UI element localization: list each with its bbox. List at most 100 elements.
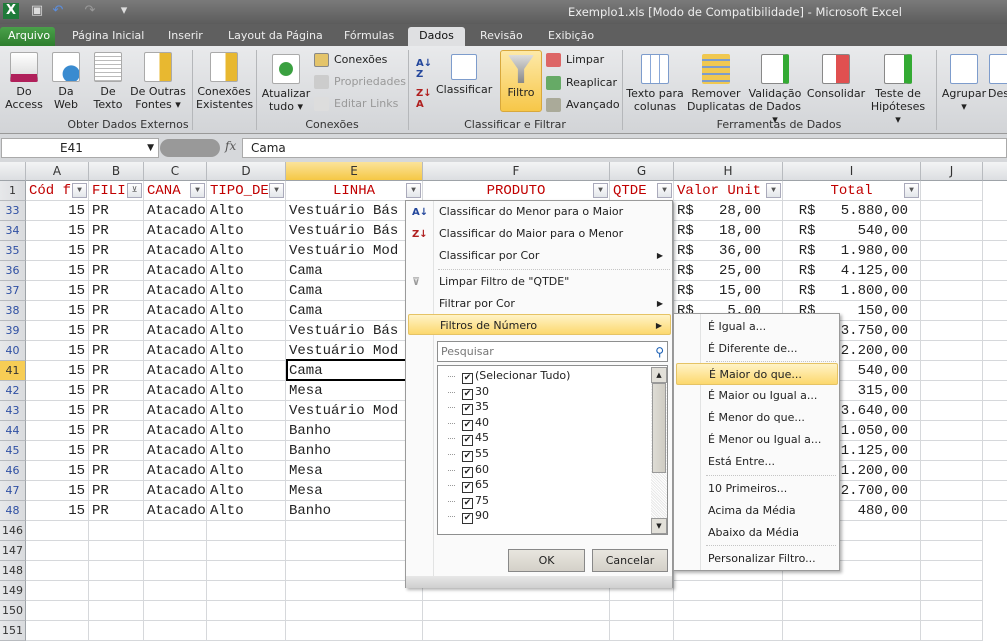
cell[interactable]: [674, 621, 783, 641]
value-checkbox[interactable]: ✔ 90: [448, 508, 489, 525]
cell[interactable]: Mesa: [286, 381, 423, 401]
cell[interactable]: 15: [26, 221, 89, 241]
row-header[interactable]: 1: [0, 181, 26, 201]
cell[interactable]: [921, 181, 983, 201]
cell[interactable]: [207, 521, 286, 541]
cell[interactable]: R$ 1.980,00: [783, 241, 921, 261]
cell[interactable]: [207, 621, 286, 641]
cell[interactable]: PR: [89, 281, 144, 301]
search-input[interactable]: Pesquisar ⚲: [437, 341, 668, 362]
cell[interactable]: [921, 281, 983, 301]
value-checkbox[interactable]: ✔ 30: [448, 384, 489, 400]
number-filter-item[interactable]: 10 Primeiros...: [676, 478, 838, 500]
cell[interactable]: PR: [89, 501, 144, 521]
cell[interactable]: Atacado: [144, 501, 207, 521]
column-header-e[interactable]: E: [286, 162, 423, 181]
what-if-button[interactable]: Teste de Hipóteses ▾: [868, 54, 928, 126]
filter-applied-icon[interactable]: ⊻: [127, 183, 142, 198]
data-validation-button[interactable]: Validação de Dados ▾: [748, 54, 802, 126]
sort-desc-icon[interactable]: Z↓ A: [416, 88, 432, 110]
cell[interactable]: 15: [26, 461, 89, 481]
cell[interactable]: PR: [89, 401, 144, 421]
cell[interactable]: Banho: [286, 421, 423, 441]
properties-button[interactable]: Propriedades: [314, 73, 406, 91]
cell[interactable]: Alto: [207, 341, 286, 361]
filter-dropdown-button[interactable]: ▼: [190, 183, 205, 198]
row-header[interactable]: 37: [0, 281, 26, 301]
cell[interactable]: [983, 281, 1007, 301]
filter-dropdown-button[interactable]: ▼: [593, 183, 608, 198]
value-checkbox[interactable]: ✔ 45: [448, 430, 489, 447]
cell[interactable]: Alto: [207, 401, 286, 421]
cell[interactable]: R$ 28,00: [674, 201, 783, 221]
cell[interactable]: 15: [26, 341, 89, 361]
cell[interactable]: Alto: [207, 361, 286, 381]
cell[interactable]: PR: [89, 301, 144, 321]
cell[interactable]: 15: [26, 421, 89, 441]
cell[interactable]: Atacado: [144, 241, 207, 261]
row-header[interactable]: 41: [0, 361, 26, 381]
cell[interactable]: [921, 601, 983, 621]
cell[interactable]: [286, 581, 423, 601]
tab-inserir[interactable]: Inserir: [160, 27, 211, 47]
row-header[interactable]: 45: [0, 441, 26, 461]
number-filter-item[interactable]: É Menor ou Igual a...: [676, 429, 838, 451]
tab-pagina-inicial[interactable]: Página Inicial: [64, 27, 152, 47]
checkbox-checked-icon[interactable]: ✔: [462, 388, 473, 400]
row-header[interactable]: 151: [0, 621, 26, 641]
cell[interactable]: PR: [89, 221, 144, 241]
cell[interactable]: Alto: [207, 441, 286, 461]
cell[interactable]: Cama: [286, 361, 423, 381]
scroll-up-button[interactable]: ▲: [651, 367, 667, 383]
formula-input[interactable]: Cama: [242, 138, 1007, 158]
column-header-a[interactable]: A: [26, 162, 89, 181]
cell[interactable]: Atacado: [144, 461, 207, 481]
select-all-checkbox[interactable]: ✔ (Selecionar Tudo): [448, 368, 570, 384]
tab-layout[interactable]: Layout da Página: [220, 27, 331, 47]
cell[interactable]: PR: [89, 261, 144, 281]
filter-dropdown-button[interactable]: ▼: [904, 183, 919, 198]
cell[interactable]: [144, 541, 207, 561]
row-header[interactable]: 33: [0, 201, 26, 221]
cell[interactable]: 15: [26, 401, 89, 421]
cell[interactable]: Banho: [286, 441, 423, 461]
number-filter-item[interactable]: Abaixo da Média: [676, 522, 838, 544]
remove-duplicates-button[interactable]: Remover Duplicatas: [686, 54, 746, 113]
filter-dropdown-button[interactable]: ▼: [766, 183, 781, 198]
cell[interactable]: R$ 1.800,00: [783, 281, 921, 301]
column-header-d[interactable]: D: [207, 162, 286, 181]
cell[interactable]: [921, 261, 983, 281]
sort-descending-item[interactable]: Z↓ Classificar do Maior para o Menor: [408, 223, 671, 244]
cell[interactable]: [983, 421, 1007, 441]
cell[interactable]: PR: [89, 461, 144, 481]
cell[interactable]: [144, 521, 207, 541]
filter-dropdown-button[interactable]: ▼: [269, 183, 284, 198]
row-header[interactable]: 48: [0, 501, 26, 521]
value-checkbox[interactable]: ✔ 65: [448, 477, 489, 494]
cell[interactable]: 15: [26, 241, 89, 261]
cell[interactable]: 15: [26, 481, 89, 501]
cell[interactable]: Alto: [207, 501, 286, 521]
cell[interactable]: [983, 481, 1007, 501]
cell[interactable]: [921, 401, 983, 421]
cell[interactable]: [286, 521, 423, 541]
cell[interactable]: [286, 561, 423, 581]
row-header[interactable]: 43: [0, 401, 26, 421]
row-header[interactable]: 42: [0, 381, 26, 401]
sort-ascending-item[interactable]: A↓ Classificar do Menor para o Maior: [408, 201, 671, 222]
cell[interactable]: PR: [89, 341, 144, 361]
cell[interactable]: [921, 441, 983, 461]
save-icon[interactable]: ▣: [29, 3, 45, 19]
cell[interactable]: [983, 301, 1007, 321]
cell[interactable]: PR: [89, 381, 144, 401]
column-header-c[interactable]: C: [144, 162, 207, 181]
cell[interactable]: [89, 561, 144, 581]
cell[interactable]: [26, 601, 89, 621]
cell[interactable]: [783, 581, 921, 601]
value-checkbox[interactable]: ✔ 60: [448, 462, 489, 478]
cell[interactable]: [207, 541, 286, 561]
cell[interactable]: [674, 581, 783, 601]
number-filter-item[interactable]: É Menor do que...: [676, 407, 838, 429]
number-filter-item[interactable]: É Igual a...: [676, 316, 838, 338]
cell[interactable]: Atacado: [144, 321, 207, 341]
